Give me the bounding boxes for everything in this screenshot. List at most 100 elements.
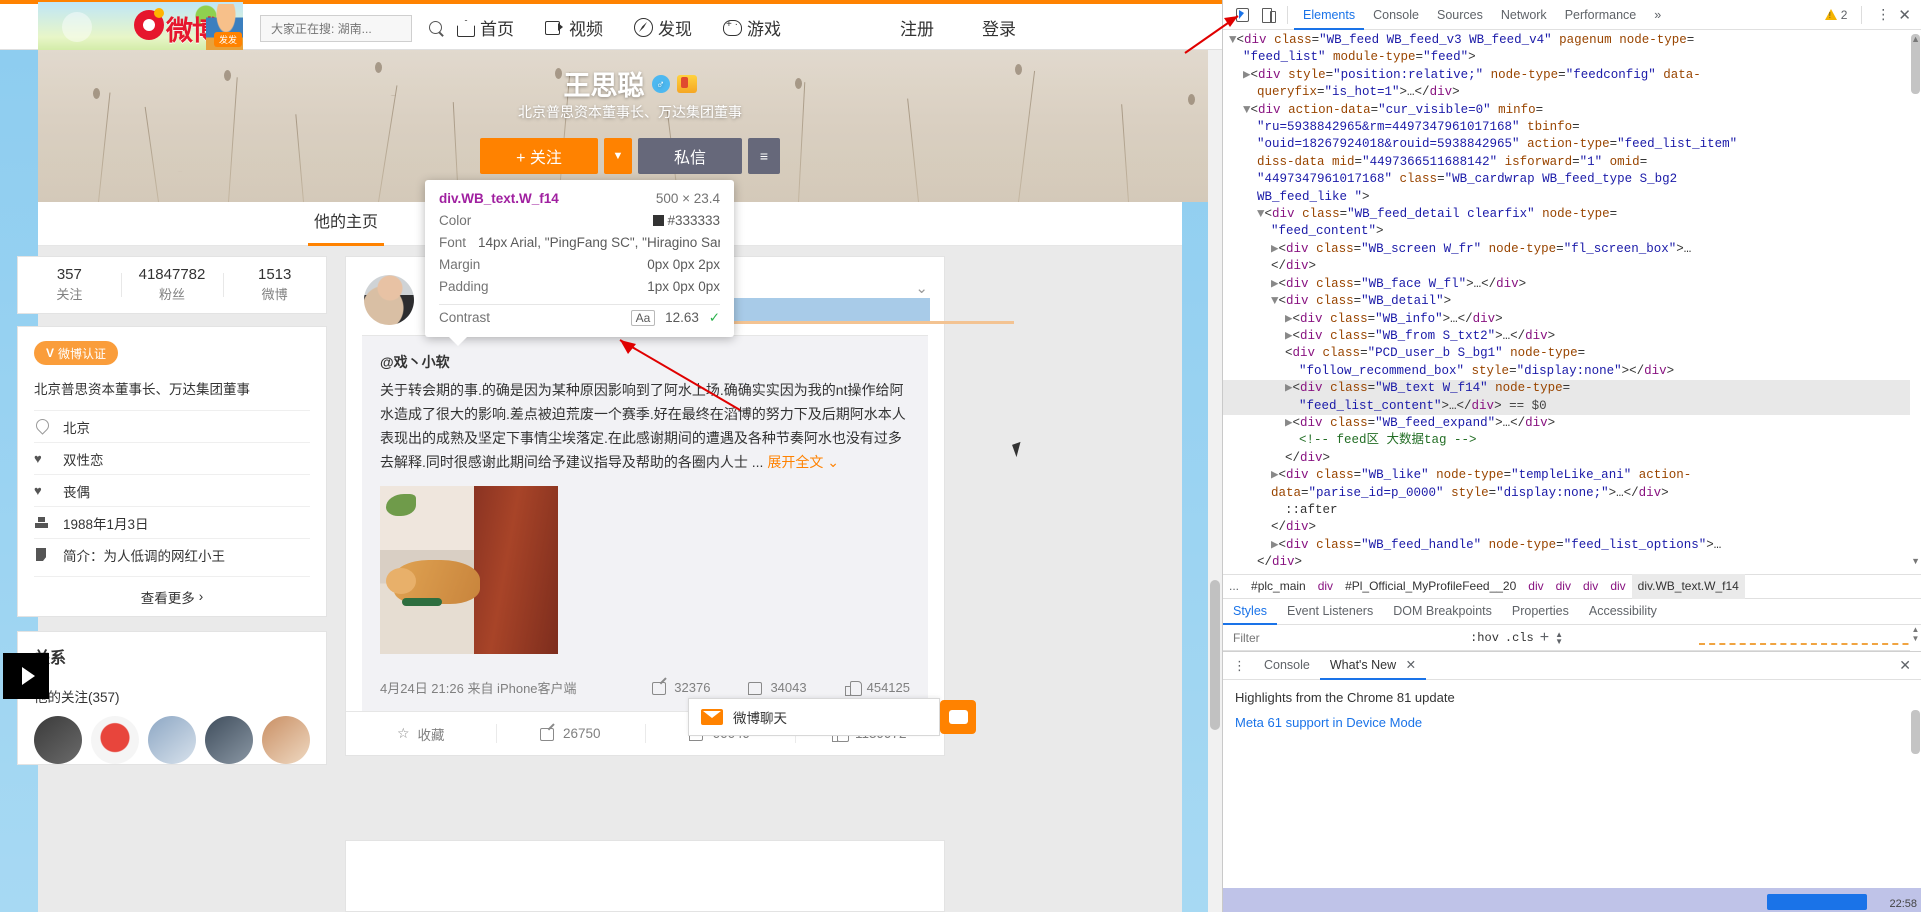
stat-weibo[interactable]: 1513 微博	[223, 265, 326, 305]
dom-node-line[interactable]: </div>	[1223, 554, 1921, 571]
scroll-up-arrow-icon[interactable]: ▲	[1911, 34, 1920, 44]
sidetab-dom-breakpoints[interactable]: DOM Breakpoints	[1383, 599, 1502, 625]
breadcrumb-item[interactable]: div	[1604, 574, 1631, 599]
stat-followers[interactable]: 41847782 粉丝	[120, 265, 224, 305]
nav-item-discover[interactable]: 发现	[633, 15, 692, 40]
nav-item-game[interactable]: 游戏	[722, 15, 781, 40]
breadcrumb-item[interactable]: div	[1312, 574, 1339, 599]
avatar[interactable]	[91, 716, 139, 764]
tab-his-homepage[interactable]: 他的主页	[308, 202, 385, 246]
dom-node-line[interactable]: <div class="PCD_user_b S_bg1" node-type=	[1223, 345, 1921, 362]
styles-filter-input[interactable]	[1231, 629, 1465, 646]
follow-dropdown-caret-icon[interactable]: ▼	[604, 138, 632, 174]
nav-item-video[interactable]: 视频	[544, 15, 603, 40]
dom-node-line[interactable]: </div>	[1223, 450, 1921, 467]
dom-node-line[interactable]: ▶<div style="position:relative;" node-ty…	[1223, 67, 1921, 84]
dom-node-line[interactable]: ▼<div class="WB_feed WB_feed_v3 WB_feed_…	[1223, 32, 1921, 49]
breadcrumb-item[interactable]: div	[1522, 574, 1549, 599]
dom-node-line[interactable]: </div>	[1223, 519, 1921, 536]
dom-node-line[interactable]: ▶<div class="WB_feed_handle" node-type="…	[1223, 537, 1921, 554]
dom-tree[interactable]: ▼<div class="WB_feed WB_feed_v3 WB_feed_…	[1223, 30, 1921, 572]
search-box[interactable]	[260, 15, 442, 42]
hover-state-button[interactable]: :hov	[1470, 631, 1499, 645]
styles-scrollbar[interactable]: ▲ ▼	[1910, 625, 1921, 651]
nav-item-home[interactable]: 首页	[455, 15, 514, 40]
stat-following[interactable]: 357 关注	[18, 265, 121, 305]
dom-node-line[interactable]: ▼<div action-data="cur_visible=0" minfo=	[1223, 102, 1921, 119]
page-scrollbar-thumb[interactable]	[1210, 580, 1220, 730]
repost-comment-stat[interactable]: 34043	[748, 680, 807, 695]
drawer-tab-whats-new[interactable]: What's New ✕	[1319, 652, 1427, 680]
sidetab-properties[interactable]: Properties	[1502, 599, 1579, 625]
dom-node-line[interactable]: ▶<div class="WB_feed_expand">…</div>	[1223, 415, 1921, 432]
dom-node-line[interactable]: data="parise_id=p_0000" style="display:n…	[1223, 485, 1921, 502]
devtools-kebab-icon[interactable]: ⋮	[1876, 6, 1890, 23]
tab-elements[interactable]: Elements	[1294, 0, 1365, 30]
repost-author[interactable]: @戏丶小软	[380, 352, 910, 372]
whats-new-scrollbar[interactable]	[1910, 680, 1921, 912]
repost-share-stat[interactable]: 32376	[652, 680, 710, 695]
login-link[interactable]: 登录	[982, 15, 1016, 40]
dom-node-line[interactable]: WB_feed_like ">	[1223, 189, 1921, 206]
tab-network[interactable]: Network	[1492, 0, 1556, 30]
expand-full-text-link[interactable]: 展开全文 ⌄	[767, 454, 839, 470]
tab-overflow-chevron-icon[interactable]: »	[1645, 0, 1670, 30]
floating-video-player[interactable]	[3, 653, 49, 699]
post-menu-chevron-icon[interactable]: ⌄	[915, 279, 928, 297]
dom-node-line[interactable]: "4497347961017168" class="WB_cardwrap WB…	[1223, 171, 1921, 188]
repost-image[interactable]	[380, 486, 558, 654]
dom-node-line[interactable]: ▼<div class="WB_detail">	[1223, 293, 1921, 310]
dom-node-line[interactable]: ▶<div class="WB_screen W_fr" node-type="…	[1223, 241, 1921, 258]
see-more-button[interactable]: 查看更多 ›	[34, 576, 310, 616]
avatar[interactable]	[148, 716, 196, 764]
follow-button[interactable]: + 关注	[480, 138, 598, 174]
dom-node-line[interactable]: "feed_list_content">…</div> == $0	[1223, 397, 1921, 415]
dom-node-line[interactable]: ▶<div class="WB_from S_txt2">…</div>	[1223, 328, 1921, 345]
breadcrumb-item[interactable]: div	[1550, 574, 1577, 599]
taskbar-button[interactable]	[1767, 894, 1867, 910]
chat-bar[interactable]: 微博聊天	[688, 698, 940, 736]
drawer-close-icon[interactable]: ✕	[1899, 657, 1921, 674]
breadcrumb-item[interactable]: ...	[1223, 574, 1245, 599]
dom-node-line[interactable]: </div>	[1223, 258, 1921, 275]
register-link[interactable]: 注册	[900, 15, 934, 40]
search-icon[interactable]	[428, 20, 445, 37]
dom-node-line[interactable]: ::after	[1223, 502, 1921, 519]
tab-console[interactable]: Console	[1364, 0, 1428, 30]
dom-node-line[interactable]: ▼<div class="WB_feed_detail clearfix" no…	[1223, 206, 1921, 223]
more-options-button[interactable]: ≡	[748, 138, 780, 174]
breadcrumb-item[interactable]: #Pl_Official_MyProfileFeed__20	[1339, 574, 1522, 599]
search-input[interactable]	[269, 20, 428, 37]
avatar[interactable]	[34, 716, 82, 764]
breadcrumb-item[interactable]: div.WB_text.W_f14	[1631, 574, 1745, 599]
avatar[interactable]	[262, 716, 310, 764]
styles-spinner[interactable]: ▲ ▼	[1555, 630, 1563, 645]
action-repost[interactable]: 26750	[495, 712, 646, 755]
dom-node-line[interactable]: "ouid=18267924018&rouid=5938842965" acti…	[1223, 136, 1921, 153]
post-author-avatar[interactable]	[364, 275, 414, 325]
message-button[interactable]: 私信	[638, 138, 742, 174]
sidetab-event-listeners[interactable]: Event Listeners	[1277, 599, 1383, 625]
dom-tree-scrollbar[interactable]	[1910, 30, 1921, 572]
whats-new-scrollbar-thumb[interactable]	[1911, 710, 1920, 754]
dom-node-line[interactable]: <!-- feed区 大数据tag -->	[1223, 432, 1921, 449]
dom-node-line[interactable]: "ru=5938842965&rm=4497347961017168" tbin…	[1223, 119, 1921, 136]
sidetab-accessibility[interactable]: Accessibility	[1579, 599, 1667, 625]
dom-node-line[interactable]: ▶<div class="WB_face W_fl">…</div>	[1223, 276, 1921, 293]
page-scrollbar[interactable]	[1208, 50, 1222, 912]
warning-count-badge[interactable]: 2	[1824, 8, 1847, 22]
avatar[interactable]	[205, 716, 253, 764]
dom-node-line[interactable]: queryfix="is_hot=1">…</div>	[1223, 84, 1921, 101]
device-toolbar-button[interactable]	[1255, 3, 1281, 27]
close-icon[interactable]: ✕	[1406, 658, 1416, 672]
drawer-kebab-icon[interactable]: ⋮	[1223, 658, 1254, 674]
whats-new-link[interactable]: Meta 61 support in Device Mode	[1223, 705, 1921, 730]
tab-performance[interactable]: Performance	[1556, 0, 1646, 30]
breadcrumb-item[interactable]: div	[1577, 574, 1604, 599]
dom-node-line[interactable]: "feed_list" module-type="feed">	[1223, 49, 1921, 66]
tab-sources[interactable]: Sources	[1428, 0, 1492, 30]
chat-bubble-icon[interactable]	[940, 700, 976, 734]
scroll-down-arrow-icon[interactable]: ▼	[1911, 556, 1920, 566]
new-style-rule-button[interactable]: +	[1540, 629, 1549, 647]
dom-node-line[interactable]: ▶<div class="WB_like" node-type="templeL…	[1223, 467, 1921, 484]
